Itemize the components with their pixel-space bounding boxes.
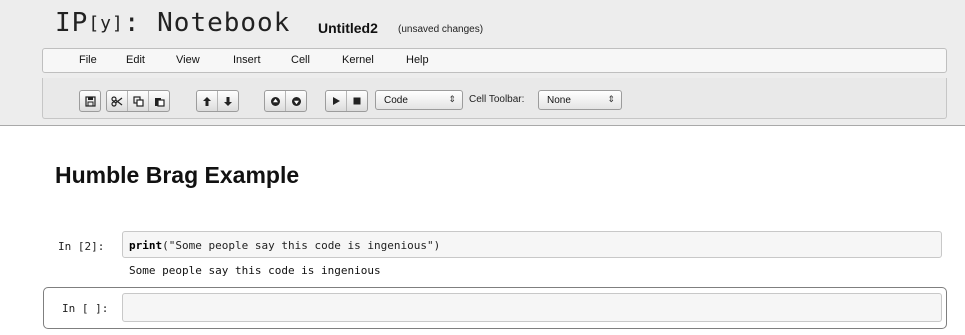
copy-button[interactable]: [128, 91, 149, 111]
select-arrows-icon: ⇕: [607, 94, 615, 104]
run-above-icon: [270, 96, 280, 106]
move-group: [196, 90, 239, 112]
save-status: (unsaved changes): [398, 24, 484, 35]
cell-type-select[interactable]: Code ⇕: [375, 90, 463, 110]
move-up-button[interactable]: [197, 91, 218, 111]
cell-toolbar-select[interactable]: None ⇕: [538, 90, 622, 110]
code-keyword: print: [129, 239, 163, 252]
menu-edit[interactable]: Edit: [126, 54, 145, 66]
cell-prompt: In [2]:: [58, 240, 105, 253]
copy-icon: [132, 95, 144, 107]
menu-cell[interactable]: Cell: [291, 54, 310, 66]
menu-view[interactable]: View: [176, 54, 200, 66]
logo-suffix: : Notebook: [123, 8, 291, 38]
logo-prefix: IP: [55, 8, 89, 38]
ipython-logo[interactable]: IP[y]: Notebook: [55, 8, 290, 38]
menu-kernel[interactable]: Kernel: [342, 54, 374, 66]
menubar: File Edit View Insert Cell Kernel Help: [42, 48, 947, 73]
stop-icon: [353, 97, 361, 105]
menu-help[interactable]: Help: [406, 54, 429, 66]
save-icon: [84, 95, 96, 107]
run-above-button[interactable]: [265, 91, 286, 111]
cell-toolbar-value: None: [547, 95, 571, 106]
markdown-heading: Humble Brag Example: [55, 162, 300, 188]
cut-button[interactable]: [107, 91, 128, 111]
cell-output: Some people say this code is ingenious: [129, 264, 381, 277]
arrow-up-icon: [203, 96, 211, 106]
execute-group: [325, 90, 368, 112]
notebook-name[interactable]: Untitled2: [318, 20, 378, 36]
move-down-button[interactable]: [218, 91, 238, 111]
save-group: [79, 90, 101, 112]
select-arrows-icon: ⇕: [448, 94, 456, 104]
run-below-button[interactable]: [286, 91, 306, 111]
arrow-down-icon: [224, 96, 232, 106]
logo-y: [y]: [88, 13, 124, 34]
save-button[interactable]: [80, 91, 100, 111]
code-cell-input-empty[interactable]: [122, 293, 942, 322]
run-below-icon: [291, 96, 301, 106]
notebook-header: IP[y]: Notebook Untitled2 (unsaved chang…: [0, 0, 965, 126]
code-text[interactable]: print("Some people say this code is inge…: [129, 239, 440, 252]
cut-icon: [111, 95, 123, 107]
cell-type-value: Code: [384, 95, 408, 106]
interrupt-button[interactable]: [347, 91, 367, 111]
run-group: [264, 90, 307, 112]
code-args: ("Some people say this code is ingenious…: [162, 239, 441, 252]
cell-prompt-empty: In [ ]:: [62, 302, 109, 315]
paste-icon: [154, 97, 165, 107]
menu-insert[interactable]: Insert: [233, 54, 261, 66]
clipboard-group: [106, 90, 170, 112]
run-cell-button[interactable]: [326, 91, 347, 111]
menu-file[interactable]: File: [79, 54, 97, 66]
paste-button[interactable]: [149, 91, 169, 111]
play-icon: [333, 97, 340, 105]
cell-toolbar-label: Cell Toolbar:: [469, 94, 525, 105]
